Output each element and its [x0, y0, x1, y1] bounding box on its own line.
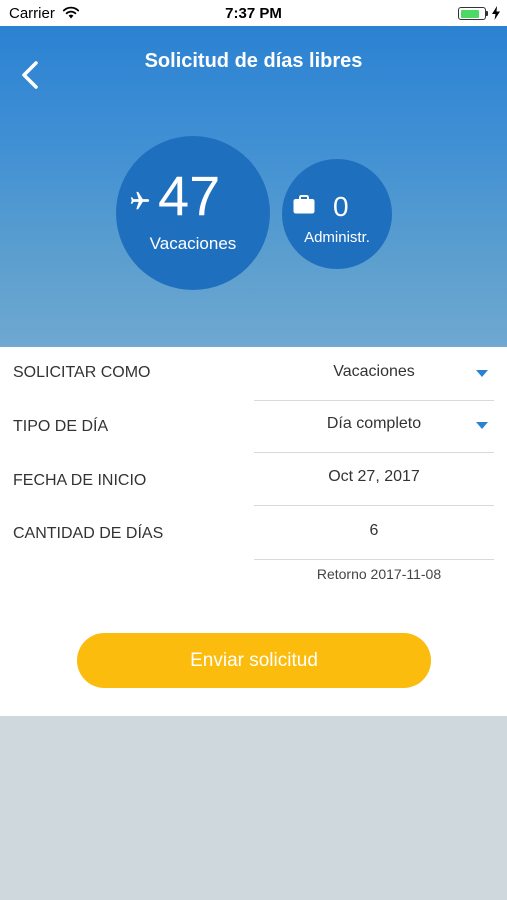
battery-icon	[458, 7, 486, 20]
administrativos-balance[interactable]: 0 Administr.	[282, 159, 392, 269]
fecha-de-inicio-field[interactable]: Oct 27, 2017	[254, 452, 494, 506]
fecha-de-inicio-value: Oct 27, 2017	[328, 468, 420, 485]
briefcase-icon	[293, 195, 315, 214]
return-date-note: Retorno 2017-11-08	[316, 566, 442, 582]
airplane-icon	[130, 191, 150, 210]
administrativos-label: Administr.	[304, 229, 370, 246]
vacaciones-balance[interactable]: 47 Vacaciones	[116, 136, 270, 290]
chevron-down-icon	[476, 370, 488, 377]
tipo-de-dia-value: Día completo	[326, 415, 422, 432]
tipo-de-dia-select[interactable]: Día completo	[254, 399, 494, 453]
status-bar: Carrier 7:37 PM	[0, 0, 507, 26]
cantidad-de-dias-field[interactable]: 6	[254, 506, 494, 560]
fecha-de-inicio-label: FECHA DE INICIO	[13, 472, 147, 489]
chevron-down-icon	[476, 422, 488, 429]
administrativos-count: 0	[333, 191, 349, 222]
solicitar-como-value: Vacaciones	[333, 363, 415, 380]
cantidad-de-dias-value: 6	[369, 522, 379, 539]
tipo-de-dia-label: TIPO DE DÍA	[13, 418, 109, 435]
status-time: 7:37 PM	[225, 5, 282, 22]
page-title: Solicitud de días libres	[144, 50, 363, 72]
battery-level-fill	[460, 9, 480, 18]
battery-tip	[486, 11, 488, 16]
request-form: SOLICITAR COMO Vacaciones TIPO DE DÍA Dí…	[0, 347, 507, 716]
charging-bolt-icon	[492, 6, 500, 20]
solicitar-como-select[interactable]: Vacaciones	[254, 347, 494, 401]
submit-request-button[interactable]: Enviar solicitud	[77, 633, 431, 688]
solicitar-como-label: SOLICITAR COMO	[13, 364, 151, 381]
header: Solicitud de días libres 47 Vacaciones 0…	[0, 26, 507, 347]
vacaciones-count: 47	[158, 164, 221, 227]
vacaciones-label: Vacaciones	[149, 234, 237, 253]
cantidad-de-dias-label: CANTIDAD DE DÍAS	[13, 525, 164, 542]
